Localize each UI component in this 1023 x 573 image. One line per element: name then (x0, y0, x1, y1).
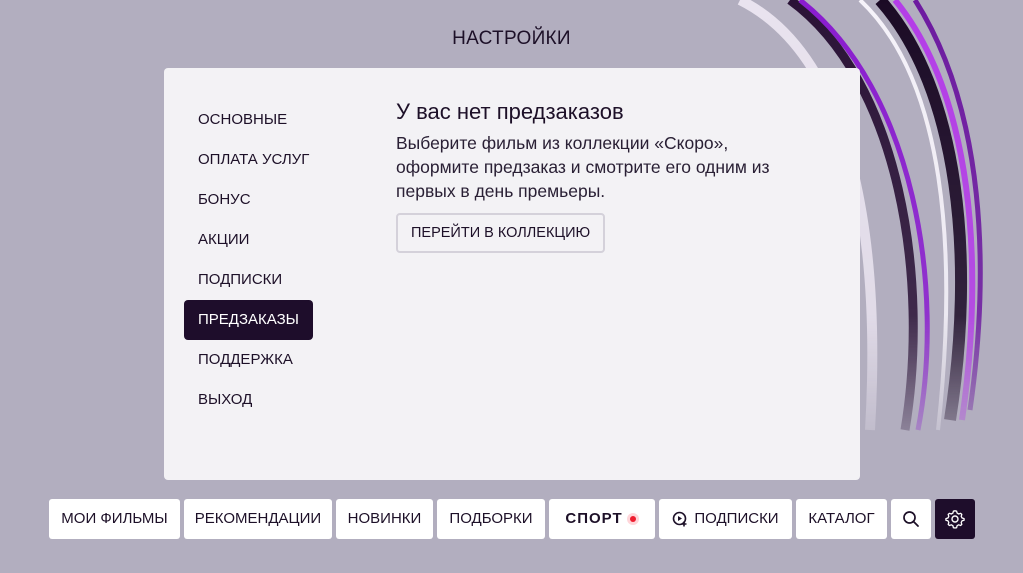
sidebar-item-subscriptions[interactable]: ПОДПИСКИ (184, 271, 296, 288)
settings-panel: ОСНОВНЫЕ ОПЛАТА УСЛУГ БОНУС АКЦИИ ПОДПИС… (164, 68, 860, 480)
sidebar-item-preorders[interactable]: ПРЕДЗАКАЗЫ (184, 300, 313, 340)
gear-icon (945, 509, 965, 529)
page-title: НАСТРОЙКИ (452, 28, 571, 49)
sport-logo: СПОРТ (565, 510, 623, 527)
description-line: Выберите фильм из коллекции «Скоро», (396, 133, 729, 153)
nav-collections-button[interactable]: ПОДБОРКИ (437, 499, 545, 539)
nav-label: ПОДПИСКИ (694, 510, 779, 527)
nav-label: РЕКОМЕНДАЦИИ (194, 510, 322, 527)
search-icon (902, 510, 920, 528)
sidebar-item-main[interactable]: ОСНОВНЫЕ (184, 111, 301, 128)
nav-sport-button[interactable]: СПОРТ (549, 499, 655, 539)
description-line: первых в день премьеры. (396, 181, 606, 201)
nav-label: ПОДБОРКИ (449, 510, 533, 527)
sidebar-item-promotions[interactable]: АКЦИИ (184, 231, 263, 248)
preorders-content: У вас нет предзаказов Выберите фильм из … (396, 99, 836, 253)
sidebar-item-payment[interactable]: ОПЛАТА УСЛУГ (184, 151, 323, 168)
sidebar-item-support[interactable]: ПОДДЕРЖКА (184, 351, 307, 368)
sidebar-item-logout[interactable]: ВЫХОД (184, 391, 266, 408)
empty-state-description: Выберите фильм из коллекции «Скоро», офо… (396, 131, 836, 203)
subscription-plus-icon (672, 511, 688, 527)
sidebar-item-bonus[interactable]: БОНУС (184, 191, 265, 208)
nav-label: МОИ ФИЛЬМЫ (61, 510, 168, 527)
go-to-collection-button[interactable]: ПЕРЕЙТИ В КОЛЛЕКЦИЮ (396, 213, 606, 253)
nav-my-films-button[interactable]: МОИ ФИЛЬМЫ (49, 499, 180, 539)
nav-label: КАТАЛОГ (808, 510, 875, 527)
empty-state-title: У вас нет предзаказов (396, 99, 624, 124)
nav-label: НОВИНКИ (347, 510, 422, 527)
settings-side-menu: ОСНОВНЫЕ ОПЛАТА УСЛУГ БОНУС АКЦИИ ПОДПИС… (184, 100, 323, 420)
nav-new-releases-button[interactable]: НОВИНКИ (336, 499, 433, 539)
nav-subscriptions-button[interactable]: ПОДПИСКИ (659, 499, 792, 539)
nav-search-button[interactable] (891, 499, 931, 539)
live-dot-icon (626, 513, 639, 525)
nav-recommendations-button[interactable]: РЕКОМЕНДАЦИИ (184, 499, 332, 539)
nav-catalog-button[interactable]: КАТАЛОГ (796, 499, 887, 539)
bottom-nav-bar: МОИ ФИЛЬМЫ РЕКОМЕНДАЦИИ НОВИНКИ ПОДБОРКИ… (49, 499, 975, 539)
nav-settings-button[interactable] (935, 499, 975, 539)
description-line: оформите предзаказ и смотрите его одним … (396, 157, 770, 177)
